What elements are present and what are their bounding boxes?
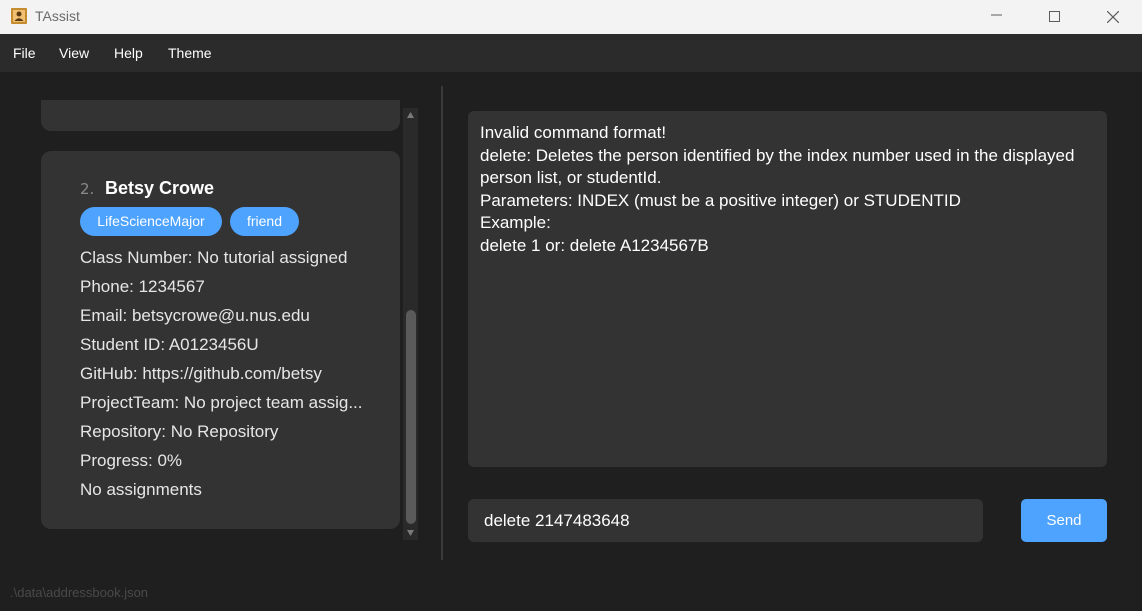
close-icon — [1107, 11, 1119, 23]
pane-divider[interactable] — [441, 86, 443, 560]
scroll-up-icon[interactable] — [406, 110, 415, 120]
menu-view[interactable]: View — [59, 45, 89, 61]
tag-friend: friend — [230, 207, 299, 236]
class-number-field: Class Number: No tutorial assigned — [80, 248, 348, 267]
repository-field: Repository: No Repository — [80, 422, 279, 441]
person-name: Betsy Crowe — [105, 178, 215, 198]
result-line: Parameters: INDEX (must be a positive in… — [480, 190, 961, 210]
minimize-icon — [991, 14, 1002, 16]
status-bar-path: .\data\addressbook.json — [10, 585, 149, 600]
title-bar: TAssist — [0, 0, 1142, 34]
result-line: Invalid command format! — [480, 123, 667, 142]
send-button[interactable]: Send — [1021, 499, 1107, 542]
result-display: Invalid command format! delete: Deletes … — [468, 111, 1107, 467]
menu-bar: File View Help Theme — [0, 34, 1142, 72]
minimize-button[interactable] — [968, 0, 1026, 34]
scrollbar-thumb[interactable] — [406, 310, 416, 524]
app-icon — [10, 7, 28, 25]
menu-help[interactable]: Help — [114, 45, 143, 61]
result-line: delete: Deletes the person identified by… — [480, 145, 1075, 165]
phone-field: Phone: 1234567 — [80, 277, 205, 296]
scroll-down-icon[interactable] — [406, 528, 415, 538]
command-input[interactable] — [468, 499, 983, 542]
person-card-previous[interactable] — [41, 100, 400, 131]
result-line: Example: — [480, 213, 551, 232]
email-field: Email: betsycrowe@u.nus.edu — [80, 306, 310, 325]
tag-lifesciencemajor: LifeScienceMajor — [80, 207, 222, 236]
assignments-field: No assignments — [80, 480, 202, 499]
github-field: GitHub: https://github.com/betsy — [80, 364, 322, 383]
window-title: TAssist — [35, 8, 80, 24]
menu-theme[interactable]: Theme — [168, 45, 212, 61]
maximize-button[interactable] — [1026, 0, 1084, 34]
maximize-icon — [1049, 11, 1060, 22]
close-button[interactable] — [1084, 0, 1142, 34]
result-line: delete 1 or: delete A1234567B — [480, 235, 709, 255]
result-line: person list, or studentId. — [480, 168, 662, 187]
person-index: 2. — [80, 180, 95, 198]
student-id-field: Student ID: A0123456U — [80, 335, 259, 354]
progress-field: Progress: 0% — [80, 451, 183, 470]
menu-file[interactable]: File — [13, 45, 36, 61]
project-team-field: ProjectTeam: No project team assig... — [80, 393, 363, 412]
